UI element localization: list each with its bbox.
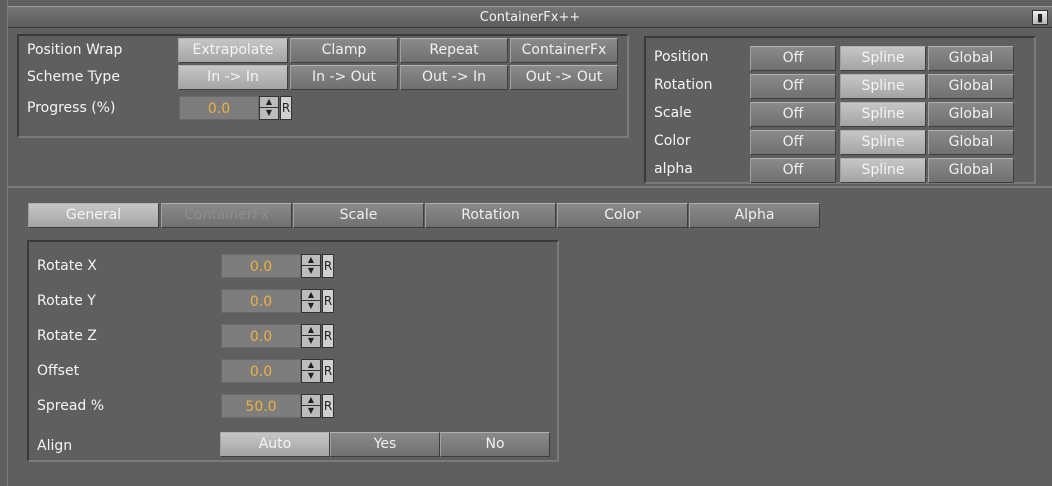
stepper-up-icon[interactable]: ▲ [302, 395, 320, 406]
tab-rotation[interactable]: Rotation [425, 203, 556, 228]
position-wrap-repeat-button[interactable]: Repeat [400, 38, 508, 63]
stepper-up-icon[interactable]: ▲ [302, 360, 320, 371]
channel-position-off-button[interactable]: Off [750, 46, 836, 71]
tab-general[interactable]: General [28, 203, 159, 228]
rotate-x-label: Rotate X [37, 258, 97, 274]
rotate-x-stepper[interactable]: ▲ ▼ [301, 254, 321, 278]
channel-label-color: Color [654, 133, 691, 149]
stepper-up-icon[interactable]: ▲ [302, 325, 320, 336]
channel-position-spline-button[interactable]: Spline [840, 46, 926, 71]
spread-label: Spread % [37, 398, 105, 414]
spread-reset-button[interactable]: R [322, 394, 334, 418]
channel-color-global-button[interactable]: Global [928, 130, 1014, 155]
wrap-settings-panel: Position Wrap Scheme Type Progress (%) E… [17, 34, 629, 138]
channel-alpha-off-button[interactable]: Off [750, 158, 836, 183]
section-divider [8, 186, 1052, 188]
stepper-down-icon[interactable]: ▼ [302, 266, 320, 277]
channel-scale-off-button[interactable]: Off [750, 102, 836, 127]
offset-stepper[interactable]: ▲ ▼ [301, 359, 321, 383]
channel-rotation-off-button[interactable]: Off [750, 74, 836, 99]
stepper-down-icon[interactable]: ▼ [260, 108, 278, 119]
scheme-type-label: Scheme Type [27, 69, 120, 85]
channel-label-rotation: Rotation [654, 77, 713, 93]
window-menu-icon[interactable]: ▮ [1032, 10, 1048, 25]
channel-scale-global-button[interactable]: Global [928, 102, 1014, 127]
align-auto-button[interactable]: Auto [220, 432, 330, 457]
spread-stepper[interactable]: ▲ ▼ [301, 394, 321, 418]
stepper-up-icon[interactable]: ▲ [302, 255, 320, 266]
align-yes-button[interactable]: Yes [330, 432, 440, 457]
tab-containerfx[interactable]: ContainerFx [161, 203, 292, 228]
offset-input[interactable]: 0.0 [221, 359, 301, 383]
channel-color-spline-button[interactable]: Spline [840, 130, 926, 155]
channel-alpha-global-button[interactable]: Global [928, 158, 1014, 183]
channel-label-alpha: alpha [654, 161, 693, 177]
progress-reset-button[interactable]: R [280, 96, 292, 120]
offset-reset-button[interactable]: R [322, 359, 334, 383]
offset-label: Offset [37, 363, 80, 379]
tab-color[interactable]: Color [557, 203, 688, 228]
stepper-down-icon[interactable]: ▼ [302, 301, 320, 312]
position-wrap-containerfx-button[interactable]: ContainerFx [510, 38, 618, 63]
channel-label-scale: Scale [654, 105, 692, 121]
progress-stepper[interactable]: ▲ ▼ [259, 96, 279, 120]
rotate-y-reset-button[interactable]: R [322, 289, 334, 313]
channel-scale-spline-button[interactable]: Spline [840, 102, 926, 127]
position-wrap-clamp-button[interactable]: Clamp [290, 38, 398, 63]
rotate-x-reset-button[interactable]: R [322, 254, 334, 278]
scheme-out-out-button[interactable]: Out -> Out [510, 65, 618, 90]
stepper-down-icon[interactable]: ▼ [302, 336, 320, 347]
stepper-up-icon[interactable]: ▲ [302, 290, 320, 301]
window-title: ContainerFx++ [479, 10, 581, 25]
title-bar: ContainerFx++ ▮ [8, 6, 1052, 28]
channel-rotation-spline-button[interactable]: Spline [840, 74, 926, 99]
tab-alpha[interactable]: Alpha [689, 203, 820, 228]
channel-label-position: Position [654, 49, 709, 65]
rotate-y-input[interactable]: 0.0 [221, 289, 301, 313]
channels-panel: Position Off Spline Global Rotation Off Spline… [644, 36, 1036, 184]
align-no-button[interactable]: No [440, 432, 550, 457]
rotate-z-input[interactable]: 0.0 [221, 324, 301, 348]
stepper-down-icon[interactable]: ▼ [302, 406, 320, 417]
rotate-z-stepper[interactable]: ▲ ▼ [301, 324, 321, 348]
position-wrap-label: Position Wrap [27, 42, 123, 58]
progress-label: Progress (%) [27, 100, 116, 116]
scheme-in-out-button[interactable]: In -> Out [290, 65, 398, 90]
channel-alpha-spline-button[interactable]: Spline [840, 158, 926, 183]
scheme-out-in-button[interactable]: Out -> In [400, 65, 508, 90]
spread-input[interactable]: 50.0 [221, 394, 301, 418]
scheme-in-in-button[interactable]: In -> In [178, 65, 288, 90]
tab-scale[interactable]: Scale [293, 203, 424, 228]
rotate-x-input[interactable]: 0.0 [221, 254, 301, 278]
channel-position-global-button[interactable]: Global [928, 46, 1014, 71]
window-frame [0, 0, 8, 486]
rotate-z-reset-button[interactable]: R [322, 324, 334, 348]
rotate-z-label: Rotate Z [37, 328, 97, 344]
stepper-down-icon[interactable]: ▼ [302, 371, 320, 382]
rotation-panel: Rotate X 0.0 ▲ ▼ R Rotate Y 0.0 ▲ ▼ R Rotate Z 0.0 ▲… [27, 240, 559, 462]
channel-rotation-global-button[interactable]: Global [928, 74, 1014, 99]
stepper-up-icon[interactable]: ▲ [260, 97, 278, 108]
channel-color-off-button[interactable]: Off [750, 130, 836, 155]
align-label: Align [37, 438, 73, 454]
rotate-y-stepper[interactable]: ▲ ▼ [301, 289, 321, 313]
position-wrap-extrapolate-button[interactable]: Extrapolate [178, 38, 288, 63]
progress-input[interactable]: 0.0 [179, 96, 259, 120]
rotate-y-label: Rotate Y [37, 293, 96, 309]
